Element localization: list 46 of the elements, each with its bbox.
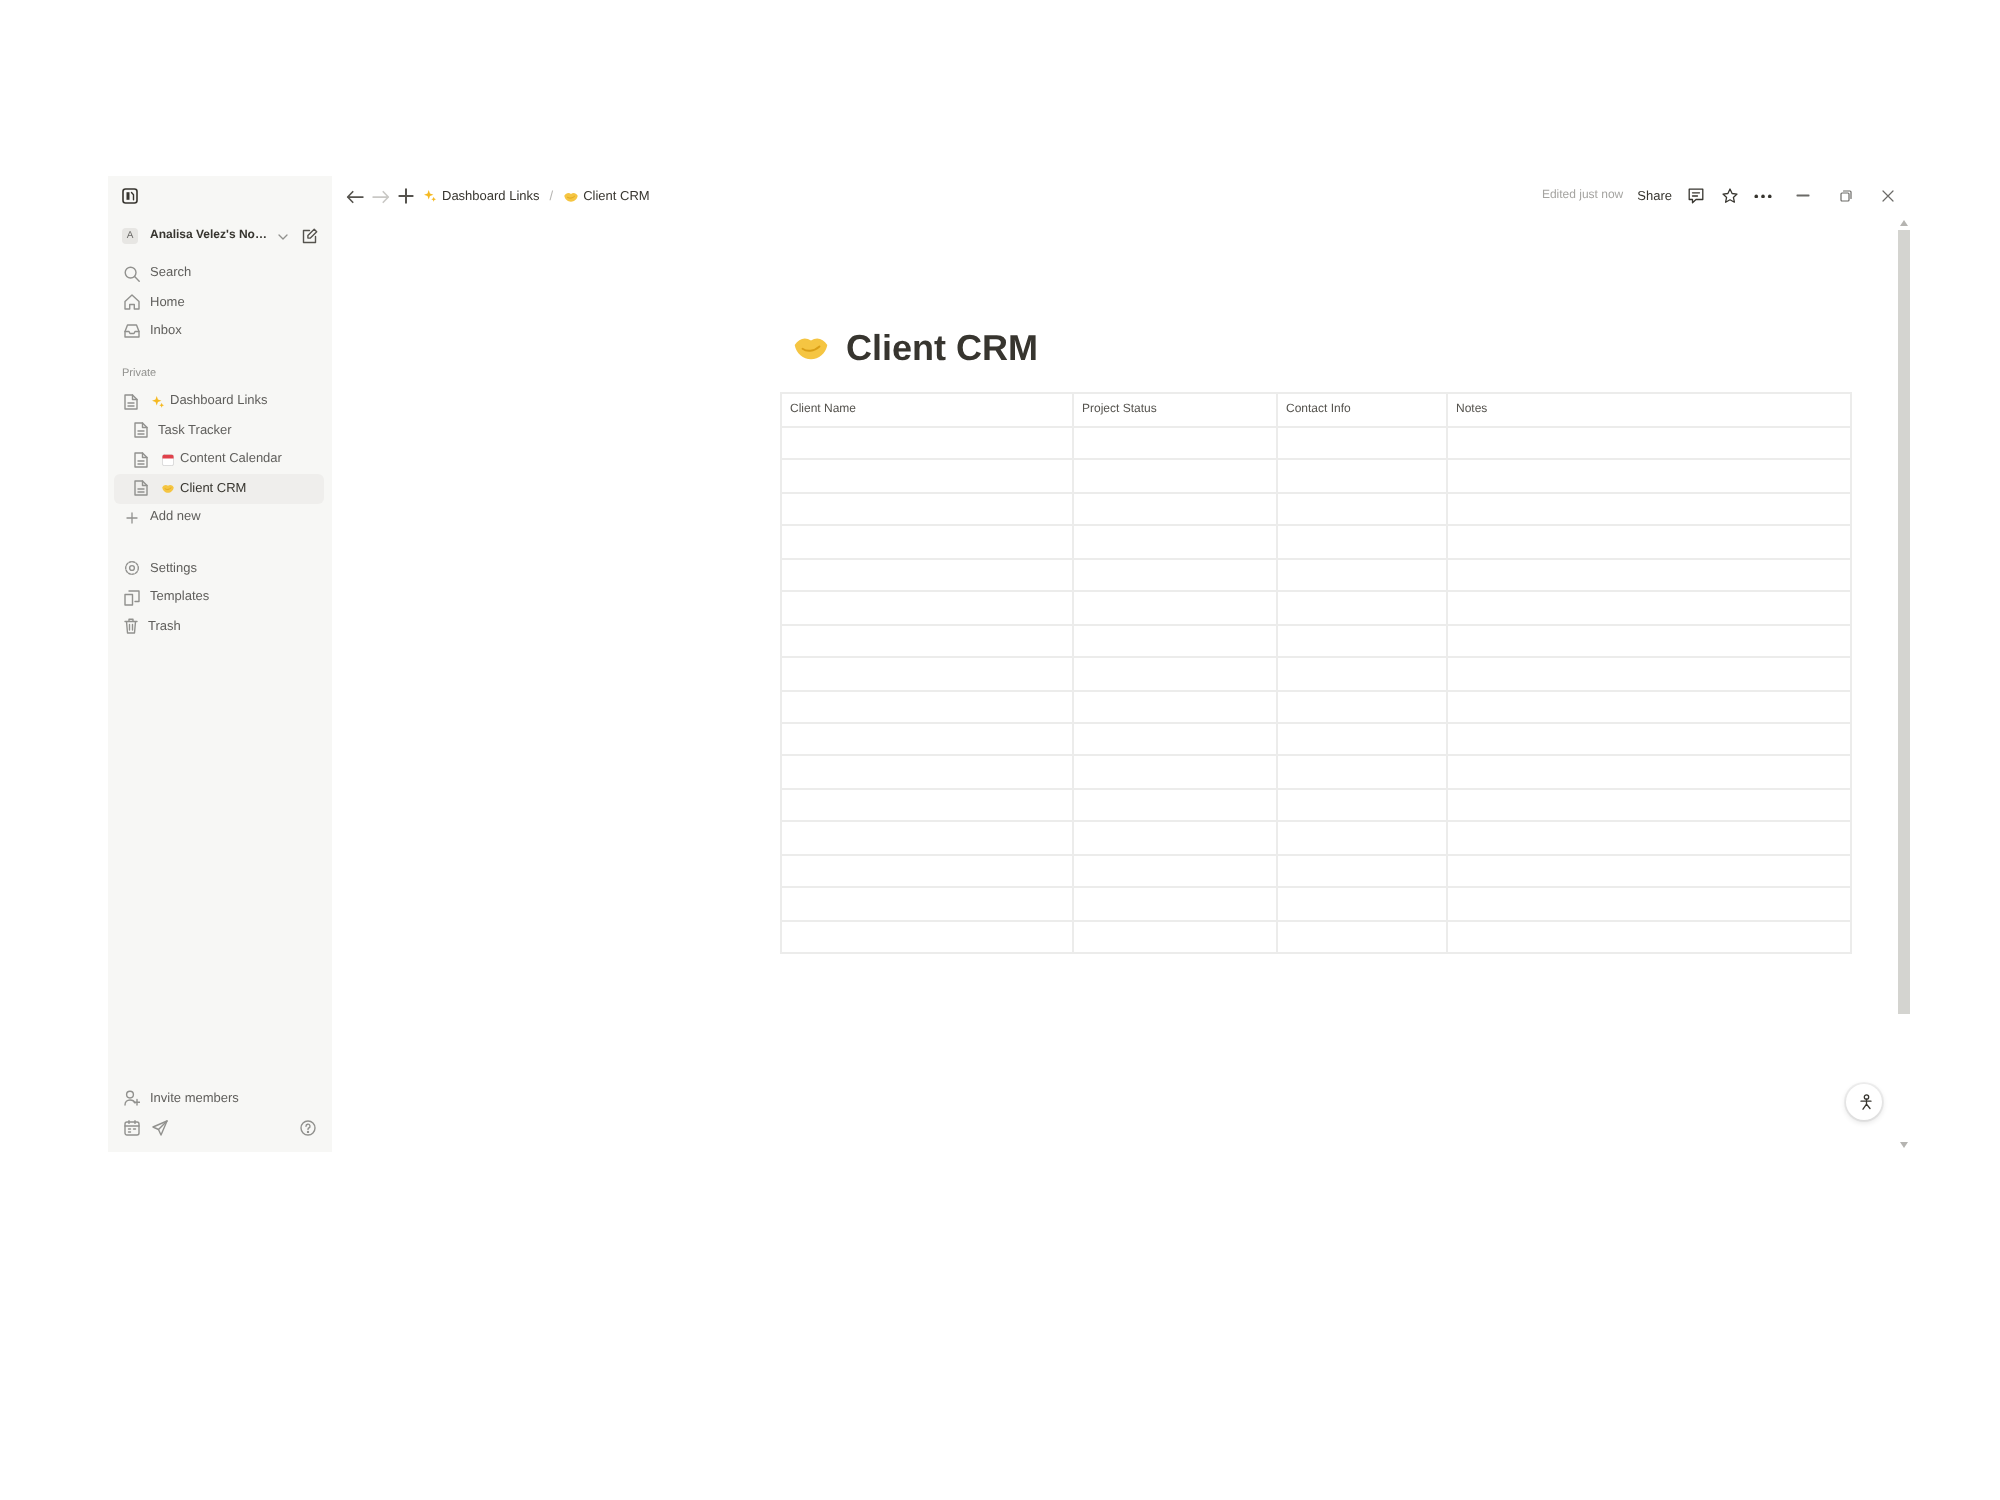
new-tab-button[interactable] bbox=[398, 188, 414, 204]
trash-icon bbox=[124, 618, 138, 635]
scrollbar-thumb[interactable] bbox=[1897, 230, 1909, 1014]
minimize-button[interactable] bbox=[1796, 194, 1810, 198]
page-icon bbox=[134, 422, 148, 439]
handshake-icon bbox=[162, 484, 174, 493]
search-icon bbox=[124, 265, 140, 282]
plus-icon bbox=[398, 188, 414, 204]
settings-icon bbox=[124, 560, 140, 577]
compose-icon bbox=[302, 228, 318, 245]
logo-icon[interactable] bbox=[122, 188, 138, 204]
inbox-icon bbox=[124, 324, 140, 339]
handshake-icon bbox=[794, 336, 828, 360]
templates-icon bbox=[124, 589, 140, 606]
close-button[interactable] bbox=[1882, 190, 1894, 202]
star-icon bbox=[1722, 188, 1738, 204]
calendar-icon[interactable] bbox=[124, 1119, 140, 1136]
plus-icon bbox=[126, 511, 138, 524]
restore-icon bbox=[1840, 190, 1852, 202]
minimize-icon bbox=[1796, 194, 1810, 198]
handshake-icon bbox=[563, 191, 578, 201]
right-arrow-icon bbox=[372, 189, 390, 203]
add-person-icon bbox=[124, 1090, 140, 1107]
sparkle-icon bbox=[424, 190, 436, 202]
page-icon bbox=[134, 451, 148, 468]
stick-figure-icon bbox=[1857, 1094, 1871, 1110]
calendar-icon bbox=[162, 453, 174, 466]
restore-button[interactable] bbox=[1840, 190, 1852, 202]
send-icon[interactable] bbox=[152, 1119, 168, 1136]
page-icon bbox=[134, 480, 148, 497]
more-icon bbox=[1754, 193, 1772, 199]
close-icon bbox=[1882, 190, 1894, 202]
page-icon bbox=[124, 393, 138, 410]
new-page-button[interactable] bbox=[302, 228, 318, 245]
home-icon bbox=[124, 294, 140, 311]
sparkle-icon bbox=[152, 395, 164, 408]
comment-button[interactable] bbox=[1688, 188, 1704, 204]
help-icon[interactable] bbox=[300, 1119, 316, 1136]
more-button[interactable] bbox=[1754, 193, 1772, 199]
comment-icon bbox=[1688, 188, 1704, 204]
page-title: Client CRM bbox=[846, 328, 1038, 368]
back-button[interactable] bbox=[346, 189, 364, 203]
favorite-button[interactable] bbox=[1722, 188, 1738, 204]
floating-button[interactable] bbox=[1846, 1084, 1882, 1120]
chevron-down-icon bbox=[278, 233, 289, 240]
left-arrow-icon bbox=[346, 189, 364, 203]
